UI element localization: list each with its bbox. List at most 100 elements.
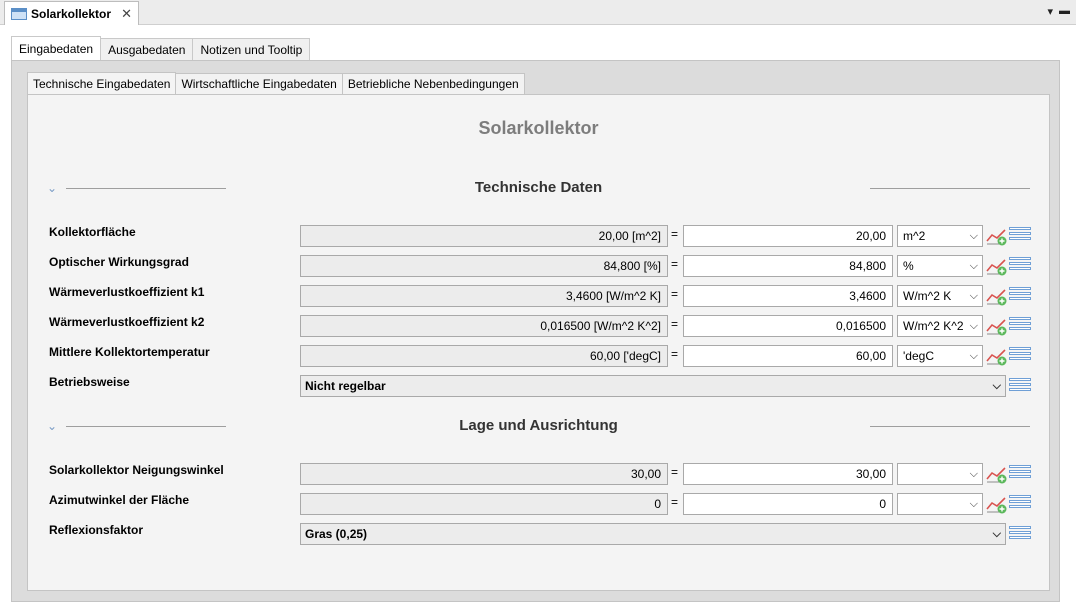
- unit-select[interactable]: % ⌵: [897, 255, 983, 277]
- line-chart-add-icon[interactable]: [986, 317, 1008, 337]
- chevron-down-icon: ⌵: [969, 498, 978, 510]
- line-chart-add-icon[interactable]: [986, 287, 1008, 307]
- outer-tab-panel: Technische Eingabedaten Wirtschaftliche …: [11, 60, 1060, 602]
- chevron-down-icon: ⌵: [969, 350, 978, 362]
- field-label: Optischer Wirkungsgrad: [49, 255, 189, 269]
- minimize-icon[interactable]: ▬: [1059, 5, 1070, 18]
- equals-sign: =: [671, 257, 679, 271]
- field-label: Wärmeverlustkoeffizient k2: [49, 315, 205, 329]
- equals-sign: =: [671, 495, 679, 509]
- list-icon[interactable]: [1009, 347, 1031, 364]
- document-icon: [11, 7, 27, 20]
- row-mittlere-kollektortemperatur: Mittlere Kollektortemperatur 60,00 ['deg…: [28, 344, 1049, 367]
- display-field: 3,4600 [W/m^2 K]: [300, 285, 668, 307]
- line-chart-add-icon[interactable]: [986, 227, 1008, 247]
- list-icon[interactable]: [1009, 227, 1031, 244]
- select-value: Nicht regelbar: [305, 379, 386, 393]
- outer-tab-strip: Eingabedaten Ausgabedaten Notizen und To…: [11, 36, 311, 60]
- field-label: Reflexionsfaktor: [49, 523, 144, 537]
- equals-sign: =: [671, 287, 679, 301]
- line-chart-add-icon[interactable]: [986, 257, 1008, 277]
- unit-select[interactable]: W/m^2 K^2 ⌵: [897, 315, 983, 337]
- line-chart-add-icon[interactable]: [986, 347, 1008, 367]
- tab-ausgabedaten[interactable]: Ausgabedaten: [100, 38, 194, 60]
- chevron-down-icon: ⌵: [969, 468, 978, 480]
- tab-wirtschaftliche-eingabedaten[interactable]: Wirtschaftliche Eingabedaten: [175, 73, 343, 94]
- row-waermeverlustkoeffizient-k1: Wärmeverlustkoeffizient k1 3,4600 [W/m^2…: [28, 284, 1049, 307]
- display-field: 60,00 ['degC]: [300, 345, 668, 367]
- unit-value: 'degC: [903, 349, 934, 363]
- chevron-down-icon: ⌵: [969, 230, 978, 242]
- editor-tab-bar: Solarkollektor ✕ ▾ ▬: [0, 0, 1076, 25]
- chevron-down-icon: ⌵: [969, 320, 978, 332]
- unit-select[interactable]: m^2 ⌵: [897, 225, 983, 247]
- select-value: Gras (0,25): [305, 527, 368, 541]
- view-menu-icon[interactable]: ▾: [1047, 5, 1053, 18]
- list-icon[interactable]: [1009, 465, 1031, 482]
- value-input[interactable]: 30,00: [683, 463, 893, 485]
- field-label: Betriebsweise: [49, 375, 130, 389]
- field-label: Wärmeverlustkoeffizient k1: [49, 285, 205, 299]
- equals-sign: =: [671, 317, 679, 331]
- value-input[interactable]: 84,800: [683, 255, 893, 277]
- list-icon[interactable]: [1009, 526, 1031, 543]
- inner-tab-strip: Technische Eingabedaten Wirtschaftliche …: [27, 72, 525, 94]
- row-optischer-wirkungsgrad: Optischer Wirkungsgrad 84,800 [%] = 84,8…: [28, 254, 1049, 277]
- value-input[interactable]: 60,00: [683, 345, 893, 367]
- equals-sign: =: [671, 465, 679, 479]
- editor-tab-title: Solarkollektor: [31, 6, 112, 21]
- display-field: 0,016500 [W/m^2 K^2]: [300, 315, 668, 337]
- tab-eingabedaten[interactable]: Eingabedaten: [11, 36, 102, 60]
- divider: [870, 426, 1030, 427]
- list-icon[interactable]: [1009, 257, 1031, 274]
- equals-sign: =: [671, 227, 679, 241]
- list-icon[interactable]: [1009, 317, 1031, 334]
- chevron-down-icon: ⌵: [969, 290, 978, 302]
- field-label: Mittlere Kollektortemperatur: [49, 345, 210, 359]
- value-input[interactable]: 20,00: [683, 225, 893, 247]
- value-input[interactable]: 0,016500: [683, 315, 893, 337]
- row-waermeverlustkoeffizient-k2: Wärmeverlustkoeffizient k2 0,016500 [W/m…: [28, 314, 1049, 337]
- row-kollektorflaeche: Kollektorfläche 20,00 [m^2] = 20,00 m^2 ⌵: [28, 224, 1049, 247]
- row-betriebsweise: Betriebsweise Nicht regelbar ⌵: [28, 374, 1049, 397]
- section-technische-daten: ⌄ Technische Daten: [28, 179, 1049, 199]
- row-azimutwinkel: Azimutwinkel der Fläche 0 = 0 ⌵: [28, 492, 1049, 515]
- form-panel: Solarkollektor ⌄ Technische Daten Kollek…: [27, 94, 1050, 591]
- tab-betriebliche-nebenbedingungen[interactable]: Betriebliche Nebenbedingungen: [341, 73, 525, 94]
- list-icon[interactable]: [1009, 378, 1031, 395]
- unit-value: %: [903, 259, 914, 273]
- tab-notizen-und-tooltip[interactable]: Notizen und Tooltip: [192, 38, 311, 60]
- line-chart-add-icon[interactable]: [986, 495, 1008, 515]
- tab-technische-eingabedaten[interactable]: Technische Eingabedaten: [27, 72, 177, 94]
- row-neigungswinkel: Solarkollektor Neigungswinkel 30,00 = 30…: [28, 462, 1049, 485]
- unit-value: m^2: [903, 229, 926, 243]
- editor-tab-solarkollektor[interactable]: Solarkollektor ✕: [4, 1, 139, 25]
- display-field: 84,800 [%]: [300, 255, 668, 277]
- value-input[interactable]: 3,4600: [683, 285, 893, 307]
- display-field: 20,00 [m^2]: [300, 225, 668, 247]
- unit-select[interactable]: ⌵: [897, 463, 983, 485]
- chevron-down-icon: ⌵: [969, 260, 978, 272]
- equals-sign: =: [671, 347, 679, 361]
- reflexionsfaktor-select[interactable]: Gras (0,25) ⌵: [300, 523, 1006, 545]
- editor-controls: ▾ ▬: [1047, 5, 1070, 18]
- close-icon[interactable]: ✕: [121, 6, 132, 22]
- chevron-down-icon: ⌵: [992, 528, 1001, 540]
- divider: [870, 188, 1030, 189]
- unit-select[interactable]: ⌵: [897, 493, 983, 515]
- list-icon[interactable]: [1009, 495, 1031, 512]
- field-label: Solarkollektor Neigungswinkel: [49, 463, 224, 477]
- section-lage-und-ausrichtung: ⌄ Lage und Ausrichtung: [28, 417, 1049, 437]
- line-chart-add-icon[interactable]: [986, 465, 1008, 485]
- chevron-down-icon: ⌵: [992, 380, 1001, 392]
- unit-value: W/m^2 K^2: [903, 319, 964, 333]
- unit-value: W/m^2 K: [903, 289, 952, 303]
- unit-select[interactable]: W/m^2 K ⌵: [897, 285, 983, 307]
- value-input[interactable]: 0: [683, 493, 893, 515]
- field-label: Azimutwinkel der Fläche: [49, 493, 190, 507]
- form-title: Solarkollektor: [478, 118, 599, 138]
- row-reflexionsfaktor: Reflexionsfaktor Gras (0,25) ⌵: [28, 522, 1049, 545]
- list-icon[interactable]: [1009, 287, 1031, 304]
- unit-select[interactable]: 'degC ⌵: [897, 345, 983, 367]
- betriebsweise-select[interactable]: Nicht regelbar ⌵: [300, 375, 1006, 397]
